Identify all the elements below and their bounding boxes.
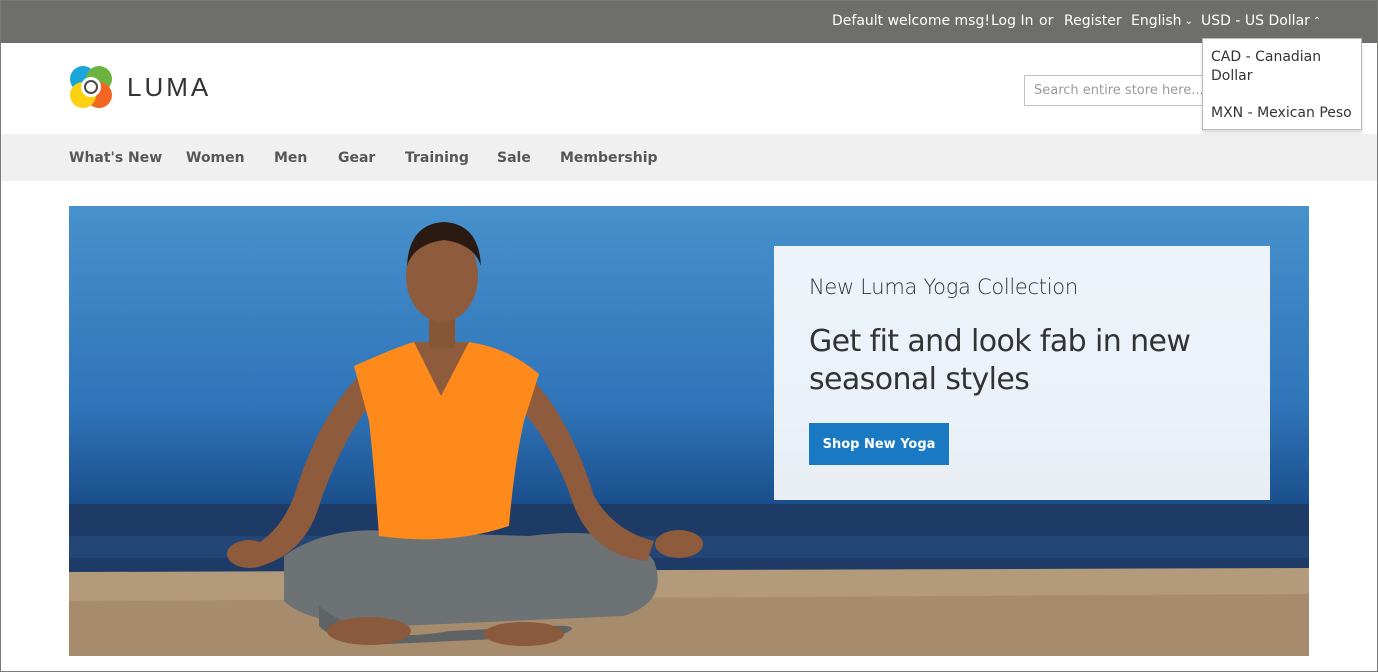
language-label: English <box>1131 13 1182 29</box>
header-content: LUMA Search entire store here... <box>1 43 1377 134</box>
hero-banner[interactable]: New Luma Yoga Collection Get fit and loo… <box>69 206 1309 656</box>
currency-switcher[interactable]: USD - US Dollar ⌃ <box>1201 13 1321 29</box>
nav-item-training[interactable]: Training <box>405 150 469 166</box>
logo-text: LUMA <box>127 71 212 102</box>
luma-logo-icon <box>69 65 113 109</box>
nav-item-women[interactable]: Women <box>186 150 245 166</box>
promo-title: Get fit and look fab in new seasonal sty… <box>809 324 1191 397</box>
currency-option-mxn[interactable]: MXN - Mexican Peso <box>1211 104 1352 123</box>
promo-subtitle: New Luma Yoga Collection <box>809 275 1078 299</box>
register-link[interactable]: Register <box>1064 13 1122 29</box>
main-navigation: What's New Women Men Gear Training Sale … <box>1 134 1377 181</box>
chevron-down-icon: ⌄ <box>1184 16 1193 27</box>
shop-new-yoga-button[interactable]: Shop New Yoga <box>809 423 949 465</box>
currency-option-cad[interactable]: CAD - Canadian Dollar <box>1211 48 1341 86</box>
currency-label: USD - US Dollar <box>1201 13 1310 29</box>
nav-item-men[interactable]: Men <box>274 150 307 166</box>
nav-item-sale[interactable]: Sale <box>497 150 531 166</box>
login-link[interactable]: Log In <box>991 13 1033 29</box>
welcome-message: Default welcome msg! <box>832 13 990 29</box>
language-switcher[interactable]: English ⌄ <box>1131 13 1193 29</box>
logo[interactable]: LUMA <box>69 65 211 109</box>
panel-header: Default welcome msg! Log In or Register … <box>1 1 1377 43</box>
nav-item-membership[interactable]: Membership <box>560 150 658 166</box>
chevron-up-icon: ⌃ <box>1312 16 1322 27</box>
currency-dropdown: CAD - Canadian Dollar MXN - Mexican Peso <box>1202 38 1362 130</box>
nav-item-whats-new[interactable]: What's New <box>69 150 162 166</box>
nav-item-gear[interactable]: Gear <box>338 150 375 166</box>
or-text: or <box>1039 13 1054 29</box>
search-input[interactable]: Search entire store here... <box>1024 75 1214 106</box>
promo-box: New Luma Yoga Collection Get fit and loo… <box>774 246 1270 500</box>
